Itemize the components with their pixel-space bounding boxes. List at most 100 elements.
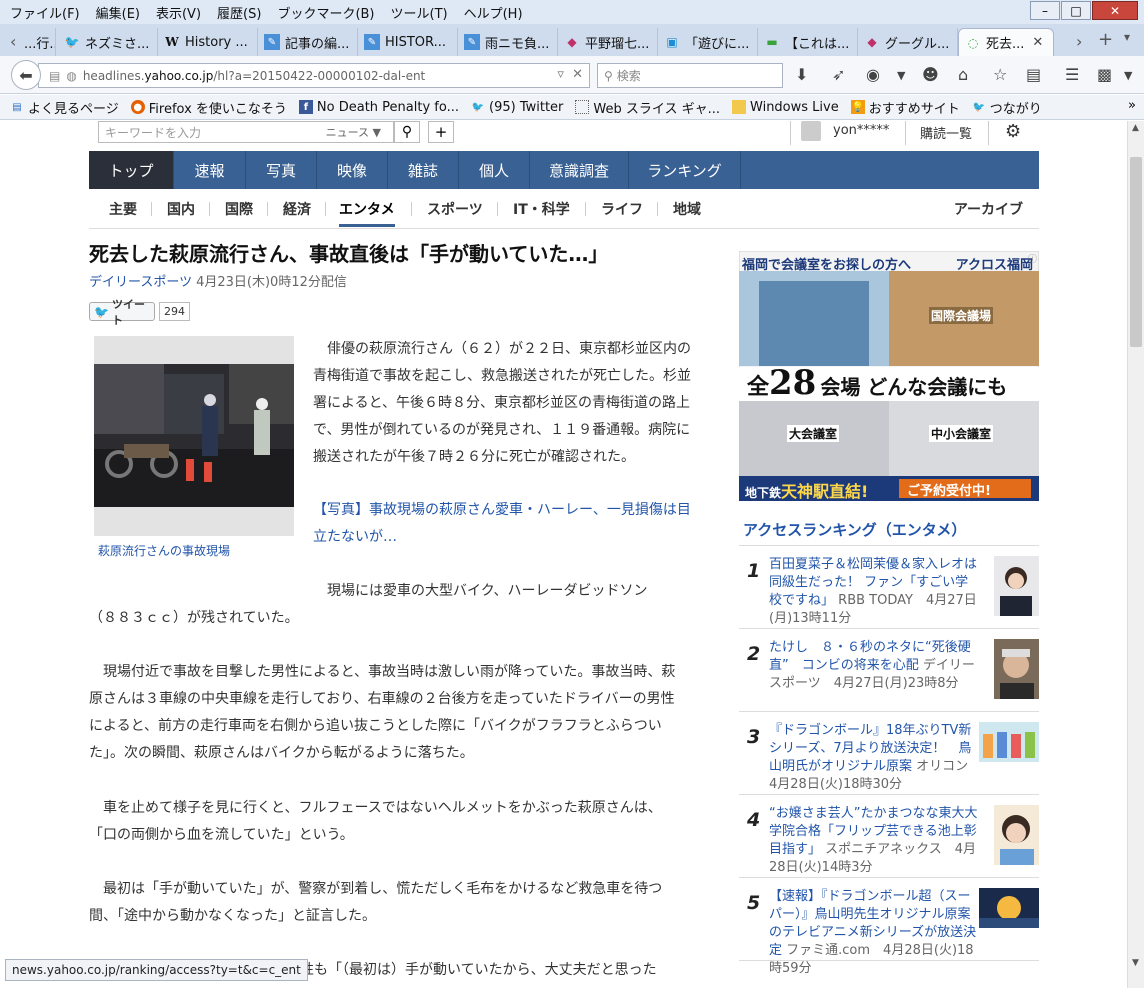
vertical-scrollbar[interactable]: ▲ ▼ [1127,121,1144,988]
bookmark-item[interactable]: ▤ よく見るページ [10,98,118,117]
menu-history[interactable]: 履歴(S) [217,3,261,22]
back-button[interactable]: ⬅ [11,60,41,90]
url-bar[interactable]: ▤ ◍ headlines. yahoo.co.jp/hl?a=20150422-… [38,63,590,88]
new-tab-icon[interactable]: + [1098,29,1113,50]
category-it-science[interactable]: IT・科学 [513,199,570,219]
advertisement-banner[interactable]: 福岡で会議室をお探しの方へ アクロス福岡 国際会議場 全 28 会場 どんな会議… [738,250,1040,502]
menu-bookmarks[interactable]: ブックマーク(B) [277,3,374,22]
bookmark-item[interactable]: Web スライス ギャ... [575,98,720,117]
home-icon[interactable]: ⌂ [958,65,968,84]
eye-icon[interactable]: ◉ [866,65,880,84]
gnav-flash[interactable]: 速報 [174,151,246,189]
category-sports[interactable]: スポーツ [427,199,483,219]
rank-title[interactable]: たけし ８・６秒のネタに“死後硬直” コンビの将来を心配 デイリースポーツ 4月… [769,639,981,693]
download-icon[interactable]: ⬇ [795,65,808,84]
tab-scroll-left-icon[interactable]: ‹ [10,32,16,51]
hamburger-menu-icon[interactable]: ☰ [1065,65,1079,84]
ranking-item[interactable]: 4 “お嬢さま芸人”たかまつなな東大大学院合格「フリップ芸できる池上彰目指す」 … [739,795,1039,878]
bookmark-item[interactable]: ● Firefox を使いこなそう [130,98,287,117]
category-economy[interactable]: 経済 [283,199,311,219]
close-tab-icon[interactable]: ✕ [1032,35,1043,50]
smiley-icon[interactable]: ☻ [922,65,939,84]
gnav-individual[interactable]: 個人 [459,151,530,189]
rank-thumbnail[interactable] [979,888,1039,928]
category-main[interactable]: 主要 [109,199,137,219]
rank-title[interactable]: 百田夏菜子＆松岡茉優＆家入レオは同級生だった！ ファン「すごい学校ですね」 RB… [769,556,981,628]
close-window-button[interactable]: ✕ [1092,1,1138,20]
bookmark-item[interactable]: 💡 おすすめサイト [850,98,960,117]
send-icon[interactable]: ➶ [832,65,845,84]
gnav-survey[interactable]: 意識調査 [530,151,629,189]
readlist-link[interactable]: 購読一覧 [920,123,972,142]
rank-title[interactable]: “お嬢さま芸人”たかまつなな東大大学院合格「フリップ芸できる池上彰目指す」 スポ… [769,805,981,877]
scroll-down-icon[interactable]: ▼ [1132,958,1139,968]
rank-title[interactable]: 【速報】『ドラゴンボール超（スーパー）』鳥山明先生オリジナル原案のテレビアニメ新… [769,888,981,978]
bookmark-item[interactable]: 🐦 つながり [972,98,1042,117]
tab-4[interactable]: ✎ HISTOR... [358,28,458,56]
search-category-select[interactable]: ニュース ▼ [326,124,381,140]
tab-9[interactable]: ◆ グーグル... [858,28,958,56]
gnav-video[interactable]: 映像 [317,151,388,189]
menu-file[interactable]: ファイル(F) [10,3,80,22]
user-name[interactable]: yon***** [833,123,889,138]
avatar[interactable] [801,121,821,141]
scroll-up-icon[interactable]: ▲ [1132,123,1139,133]
menu-edit[interactable]: 編集(E) [96,3,140,22]
tab-5[interactable]: ✎ 雨ニモ負... [458,28,558,56]
ranking-item[interactable]: 3 『ドラゴンボール』18年ぶりTV新シリーズ、7月より放送決定！ 鳥山明氏がオ… [739,712,1039,795]
photo-caption[interactable]: 萩原流行さんの事故現場 [98,542,230,559]
maximize-button[interactable]: □ [1061,1,1091,20]
yahoo-search-button[interactable]: ⚲ [394,121,420,143]
bookmarks-list-icon[interactable]: ▤ [1026,65,1041,84]
gear-icon[interactable]: ⚙ [1005,121,1021,142]
ranking-item[interactable]: 5 【速報】『ドラゴンボール超（スーパー）』鳥山明先生オリジナル原案のテレビアニ… [739,878,1039,976]
tab-active[interactable]: ◌ 死去... ✕ [958,28,1054,56]
rank-title[interactable]: 『ドラゴンボール』18年ぶりTV新シリーズ、7月より放送決定！ 鳥山明氏がオリジ… [769,722,981,794]
bookmark-item[interactable]: f No Death Penalty fo... [298,100,459,115]
more-bookmarks-icon[interactable]: » [1128,98,1136,113]
extension-icon[interactable]: ▩ [1097,65,1112,84]
tab-1[interactable]: 🐦 ネズミさ... [58,28,158,56]
tab-8[interactable]: ▬ 【これは... [758,28,858,56]
menu-help[interactable]: ヘルプ(H) [464,3,523,22]
tab-2[interactable]: W History ... [158,28,258,56]
tab-scroll-right-icon[interactable]: › [1076,32,1082,51]
category-domestic[interactable]: 国内 [167,199,195,219]
yahoo-search-input[interactable]: キーワードを入力 ニュース ▼ [98,121,394,143]
rank-thumbnail[interactable] [979,722,1039,762]
gnav-ranking[interactable]: ランキング [629,151,741,189]
rank-thumbnail[interactable] [994,556,1039,616]
add-button[interactable]: + [428,121,454,143]
category-region[interactable]: 地域 [673,199,701,219]
search-input[interactable]: ⚲ 検索 [597,63,783,88]
tab-3[interactable]: ✎ 記事の編... [258,28,358,56]
tab-0[interactable]: ...行... [18,28,56,56]
gnav-top[interactable]: トップ [89,151,174,189]
chevron-down-icon[interactable]: ▼ [1124,69,1132,82]
gnav-magazine[interactable]: 雑誌 [388,151,459,189]
menu-view[interactable]: 表示(V) [156,3,201,22]
photo-link[interactable]: 【写真】事故現場の萩原さん愛車・ハーレー、一見損傷は目 立たないが… [313,497,691,551]
gnav-photo[interactable]: 写真 [246,151,317,189]
ad-choices-icon[interactable]: ⓘ [1028,252,1037,265]
article-photo[interactable] [94,336,294,536]
category-entertainment[interactable]: エンタメ [339,199,395,227]
ranking-item[interactable]: 2 たけし ８・６秒のネタに“死後硬直” コンビの将来を心配 デイリースポーツ … [739,629,1039,712]
chevron-down-icon[interactable]: ▼ [897,69,905,82]
source-link[interactable]: デイリースポーツ [89,275,192,290]
scrollbar-thumb[interactable] [1130,157,1142,347]
archive-link[interactable]: アーカイブ [954,199,1023,219]
menu-tools[interactable]: ツール(T) [391,3,448,22]
tab-7[interactable]: ▣ 「遊びに... [658,28,758,56]
tweet-button[interactable]: 🐦 ツイート [89,298,155,327]
bookmark-item[interactable]: 🐦 (95) Twitter [471,100,564,115]
tab-6[interactable]: ◆ 平野瑠七... [558,28,658,56]
category-international[interactable]: 国際 [225,199,253,219]
url-dropdown-and-stop-icon[interactable]: ▿ ✕ [557,67,583,82]
rank-thumbnail[interactable] [994,639,1039,699]
category-life[interactable]: ライフ [601,199,643,219]
minimize-button[interactable]: – [1030,1,1060,20]
bookmark-item[interactable]: Windows Live [732,100,839,115]
ranking-item[interactable]: 1 百田夏菜子＆松岡茉優＆家入レオは同級生だった！ ファン「すごい学校ですね」 … [739,546,1039,629]
rank-thumbnail[interactable] [994,805,1039,865]
